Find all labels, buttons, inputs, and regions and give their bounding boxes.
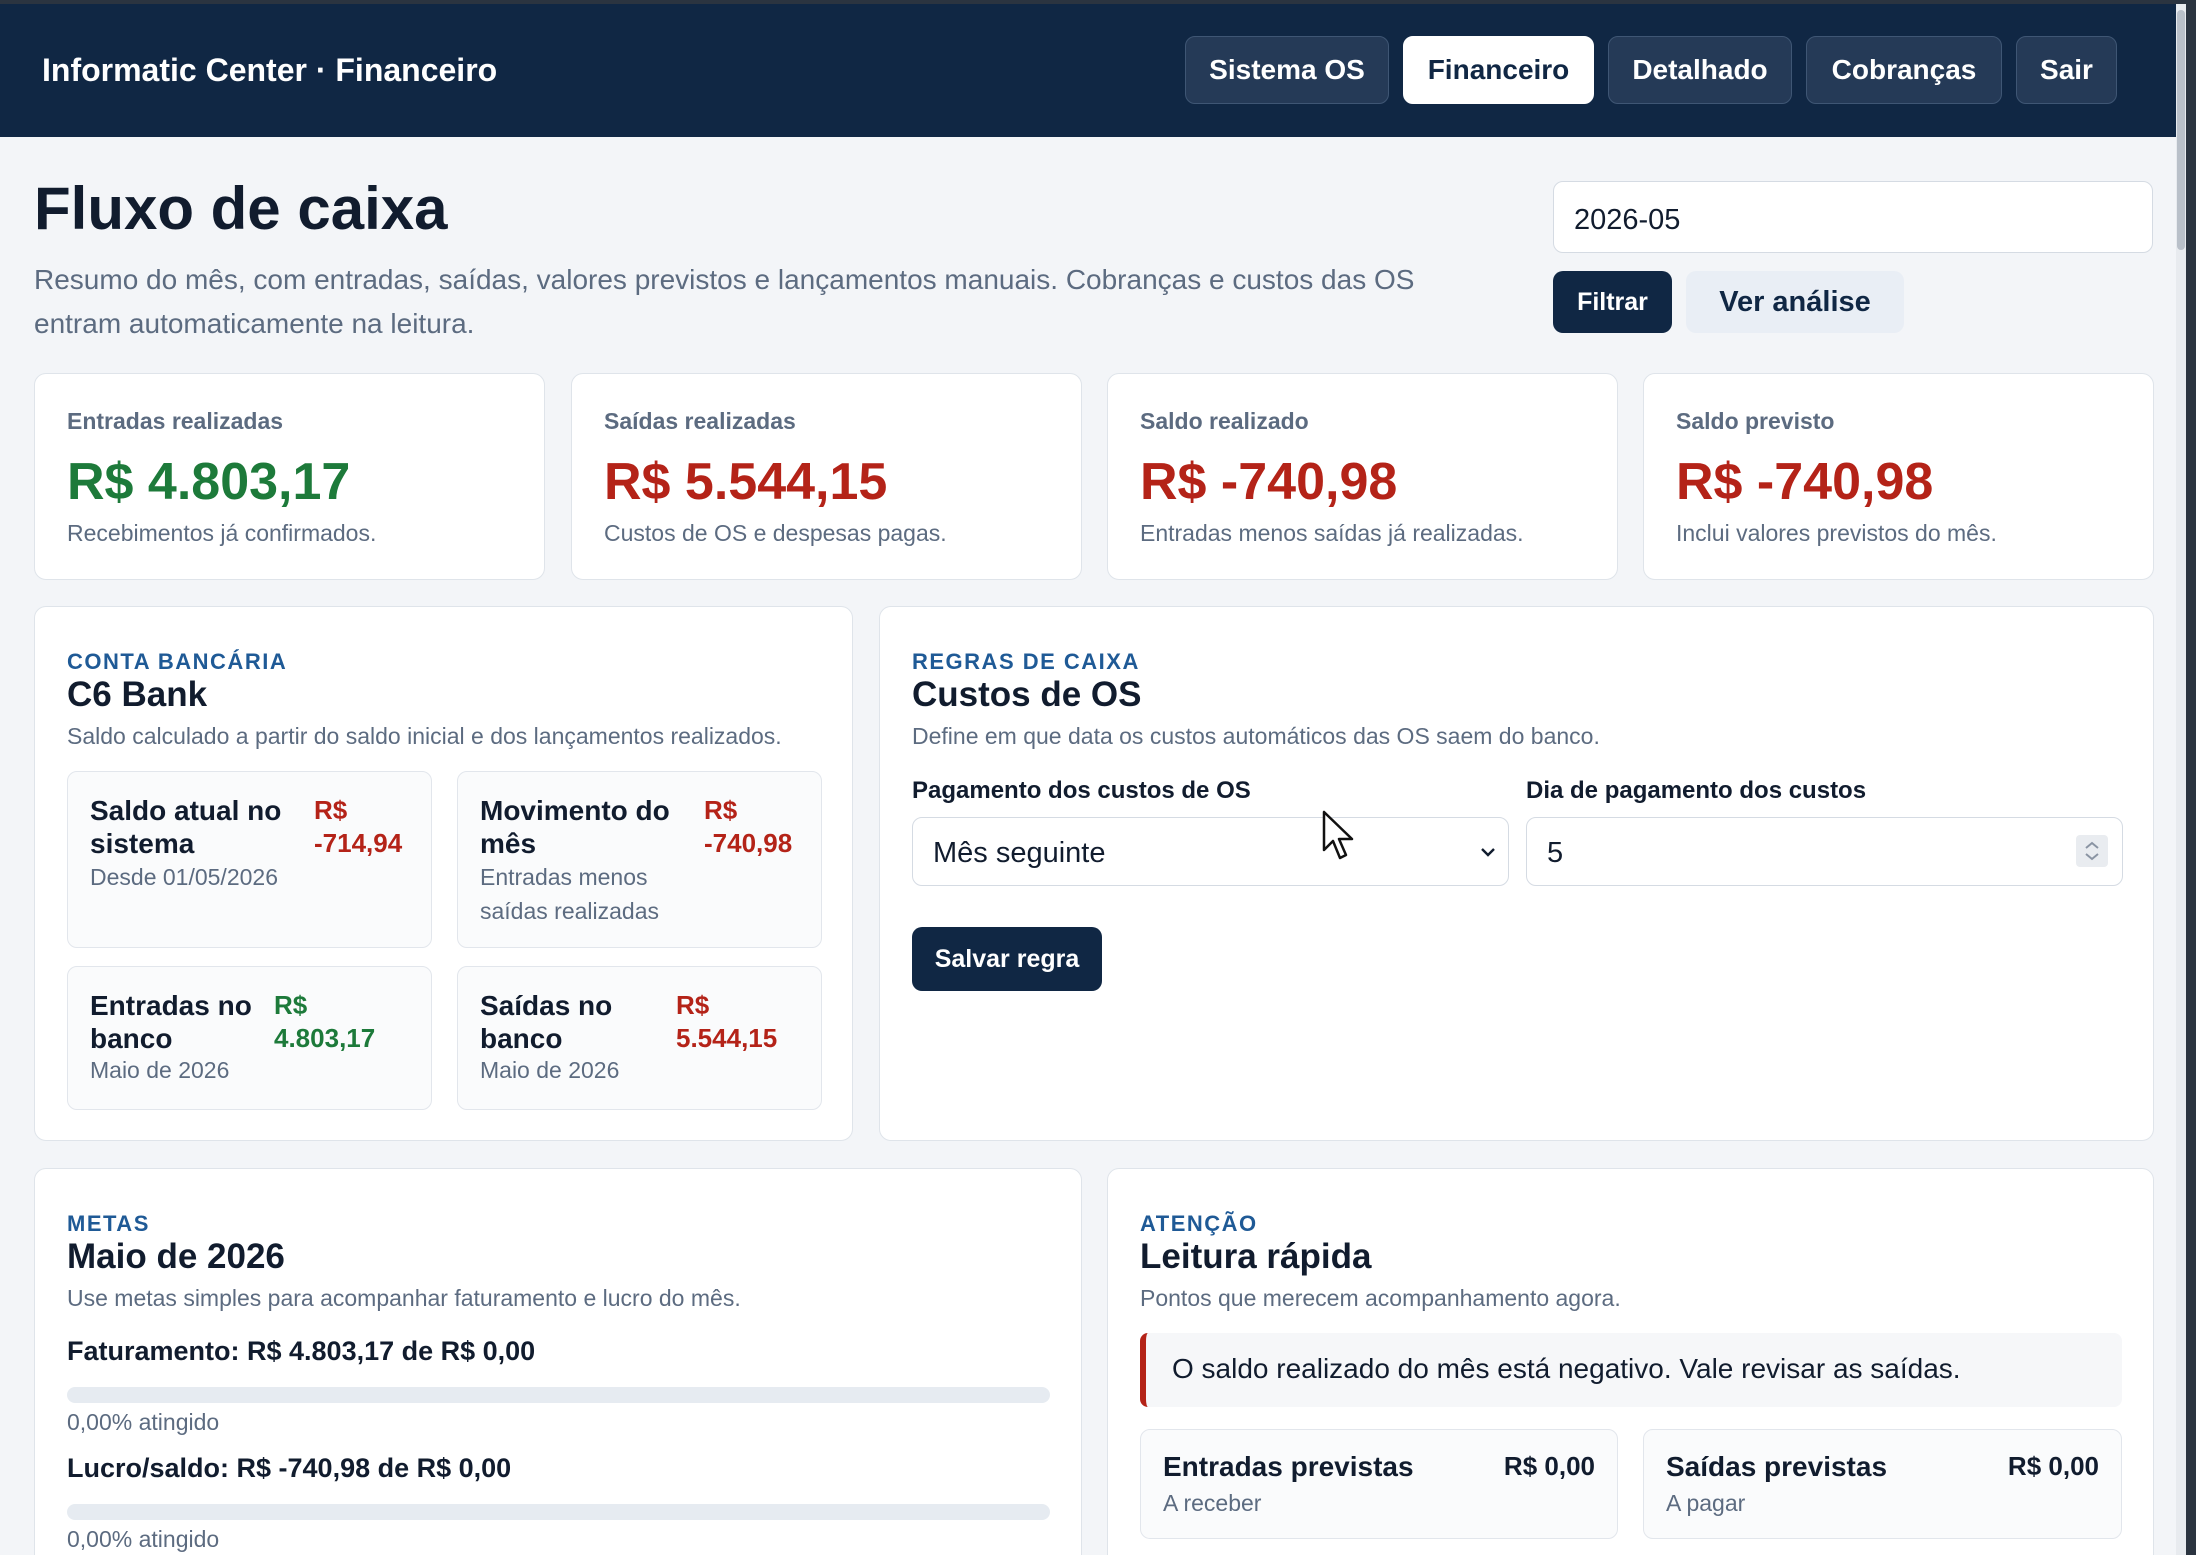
- goals-card: METAS Maio de 2026 Use metas simples par…: [34, 1168, 1082, 1555]
- scrollbar-thumb[interactable]: [2177, 10, 2185, 250]
- bank-account-card: CONTA BANCÁRIA C6 Bank Saldo calculado a…: [34, 606, 853, 1141]
- section-tag: ATENÇÃO: [1140, 1211, 1258, 1236]
- stat-note: Entradas menos saídas realizadas: [480, 864, 659, 924]
- section-tag: CONTA BANCÁRIA: [67, 649, 288, 674]
- filter-button[interactable]: Filtrar: [1553, 271, 1672, 333]
- forecast-value: R$ 0,00: [1503, 1451, 1595, 1481]
- stat-note: Maio de 2026: [480, 1057, 620, 1083]
- goal-profit-percent: 0,00% atingido: [67, 1526, 220, 1552]
- forecast-income-card: Entradas previstas R$ 0,00 A receber: [1140, 1429, 1618, 1539]
- section-description: Use metas simples para acompanhar fatura…: [67, 1285, 741, 1311]
- kpi-value: R$ 4.803,17: [67, 453, 351, 511]
- view-analysis-button[interactable]: Ver análise: [1686, 271, 1904, 333]
- bank-stat-saldo-atual: Saldo atual no sistema R$ -714,94 Desde …: [67, 771, 432, 948]
- goal-revenue-progress: [67, 1387, 1050, 1403]
- forecast-value: R$ 0,00: [2007, 1451, 2099, 1481]
- kpi-label: Saídas realizadas: [604, 408, 796, 434]
- section-title: Maio de 2026: [67, 1237, 285, 1276]
- section-description: Define em que data os custos automáticos…: [912, 723, 1600, 749]
- payment-timing-value: Mês seguinte: [933, 837, 1106, 869]
- stat-label: Saídas no banco: [480, 990, 613, 1054]
- top-navigation-bar: Informatic Center · Financeiro Sistema O…: [0, 4, 2186, 137]
- chevron-down-icon: [1481, 848, 1495, 857]
- stat-value: R$ -740,98: [704, 795, 793, 858]
- kpi-card-saldo-previsto: Saldo previsto R$ -740,98 Inclui valores…: [1643, 373, 2154, 580]
- kpi-note: Entradas menos saídas já realizadas.: [1140, 520, 1524, 546]
- save-rule-button[interactable]: Salvar regra: [912, 927, 1102, 991]
- goal-revenue-percent: 0,00% atingido: [67, 1409, 220, 1435]
- payment-timing-select[interactable]: Mês seguinte: [912, 817, 1509, 886]
- payment-day-label: Dia de pagamento dos custos: [1526, 777, 1867, 804]
- stat-note: Maio de 2026: [90, 1057, 230, 1083]
- forecast-note: A receber: [1163, 1490, 1262, 1516]
- goal-revenue-text: Faturamento: R$ 4.803,17 de R$ 0,00: [67, 1336, 536, 1366]
- kpi-note: Recebimentos já confirmados.: [67, 520, 377, 546]
- section-title: Leitura rápida: [1140, 1237, 1372, 1276]
- cash-rules-card: REGRAS DE CAIXA Custos de OS Define em q…: [879, 606, 2154, 1141]
- section-description: Pontos que merecem acompanhamento agora.: [1140, 1285, 1621, 1311]
- payment-field-label: Pagamento dos custos de OS: [912, 777, 1251, 804]
- kpi-value: R$ -740,98: [1140, 453, 1398, 511]
- stat-value: R$ -714,94: [314, 795, 403, 858]
- kpi-value: R$ 5.544,15: [604, 453, 888, 511]
- bank-stat-movimento: Movimento do mês R$ -740,98 Entradas men…: [457, 771, 822, 948]
- attention-card: ATENÇÃO Leitura rápida Pontos que merece…: [1107, 1168, 2154, 1555]
- nav-detalhado[interactable]: Detalhado: [1608, 36, 1792, 104]
- payment-day-input[interactable]: 5: [1526, 817, 2123, 886]
- stat-label: Entradas no banco: [90, 990, 252, 1054]
- kpi-label: Entradas realizadas: [67, 408, 284, 434]
- kpi-label: Saldo realizado: [1140, 408, 1309, 434]
- kpi-note: Custos de OS e despesas pagas.: [604, 520, 947, 546]
- stat-label: Movimento do mês: [480, 795, 670, 859]
- section-tag: METAS: [67, 1211, 150, 1236]
- stat-note: Desde 01/05/2026: [90, 864, 278, 890]
- stat-value: R$ 5.544,15: [676, 990, 778, 1053]
- kpi-card-saldo-realizado: Saldo realizado R$ -740,98 Entradas meno…: [1107, 373, 1618, 580]
- month-filter-input[interactable]: 2026-05: [1553, 181, 2153, 253]
- kpi-value: R$ -740,98: [1676, 453, 1934, 511]
- nav-sistema-os[interactable]: Sistema OS: [1185, 36, 1389, 104]
- page-subtitle: Resumo do mês, com entradas, saídas, val…: [34, 264, 1415, 339]
- bank-stat-entradas: Entradas no banco R$ 4.803,17 Maio de 20…: [67, 966, 432, 1110]
- page-title: Fluxo de caixa: [34, 175, 448, 242]
- page-scrollbar[interactable]: [2176, 4, 2186, 1555]
- forecast-label: Entradas previstas: [1163, 1451, 1414, 1482]
- section-description: Saldo calculado a partir do saldo inicia…: [67, 723, 782, 749]
- section-title: Custos de OS: [912, 675, 1142, 714]
- stat-label: Saldo atual no sistema: [90, 795, 282, 859]
- forecast-note: A pagar: [1666, 1490, 1746, 1516]
- kpi-note: Inclui valores previstos do mês.: [1676, 520, 1997, 546]
- stepper-arrows-icon: [2085, 841, 2099, 861]
- nav-sair[interactable]: Sair: [2016, 36, 2117, 104]
- negative-balance-alert: O saldo realizado do mês está negativo. …: [1140, 1333, 2122, 1407]
- stat-value: R$ 4.803,17: [274, 990, 376, 1053]
- section-tag: REGRAS DE CAIXA: [912, 649, 1140, 674]
- mouse-cursor-icon: [1322, 810, 1354, 860]
- bank-stat-saidas: Saídas no banco R$ 5.544,15 Maio de 2026: [457, 966, 822, 1110]
- nav-cobrancas[interactable]: Cobranças: [1806, 36, 2002, 104]
- payment-day-value: 5: [1547, 837, 1564, 869]
- kpi-card-entradas: Entradas realizadas R$ 4.803,17 Recebime…: [34, 373, 545, 580]
- app-window: Informatic Center · Financeiro Sistema O…: [0, 4, 2186, 1555]
- brand-title: Informatic Center · Financeiro: [42, 52, 498, 88]
- forecast-label: Saídas previstas: [1666, 1451, 1888, 1482]
- kpi-card-saidas: Saídas realizadas R$ 5.544,15 Custos de …: [571, 373, 1082, 580]
- bank-name: C6 Bank: [67, 675, 208, 714]
- forecast-expense-card: Saídas previstas R$ 0,00 A pagar: [1643, 1429, 2122, 1539]
- kpi-label: Saldo previsto: [1676, 408, 1835, 434]
- goal-profit-text: Lucro/saldo: R$ -740,98 de R$ 0,00: [67, 1453, 512, 1483]
- nav-financeiro[interactable]: Financeiro: [1403, 36, 1594, 104]
- number-stepper[interactable]: [2076, 835, 2108, 867]
- goal-profit-progress: [67, 1504, 1050, 1520]
